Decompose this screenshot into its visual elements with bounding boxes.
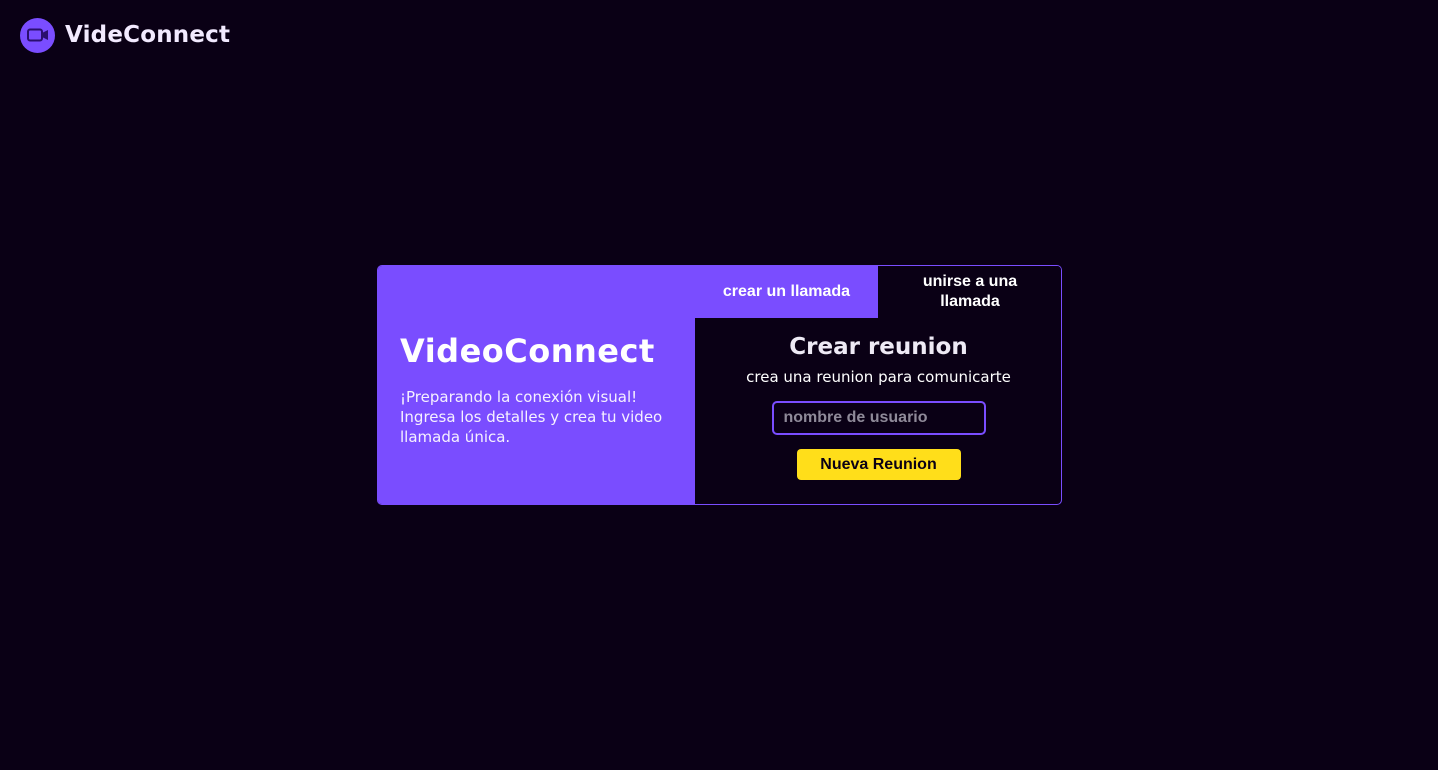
brand-name: VideConnect [65, 22, 231, 48]
tab-join-call[interactable]: unirse a una llamada [878, 266, 1061, 318]
username-input[interactable] [771, 401, 986, 435]
tab-create-call[interactable]: crear un llamada [695, 266, 878, 318]
form-title: Crear reunion [789, 334, 968, 360]
app-header: VideConnect [20, 17, 230, 53]
intro-description: ¡Preparando la conexión visual! Ingresa … [400, 388, 663, 446]
create-meeting-form: Crear reunion crea una reunion para comu… [695, 318, 1061, 504]
intro-title: VideoConnect [400, 332, 655, 370]
tab-bar: crear un llamada unirse a una llamada [695, 266, 1061, 318]
intro-panel [378, 266, 695, 504]
form-subtitle: crea una reunion para comunicarte [746, 368, 1011, 386]
video-camera-icon [20, 17, 55, 53]
new-meeting-button[interactable]: Nueva Reunion [796, 449, 961, 480]
meeting-card: crear un llamada unirse a una llamada Vi… [377, 265, 1062, 505]
